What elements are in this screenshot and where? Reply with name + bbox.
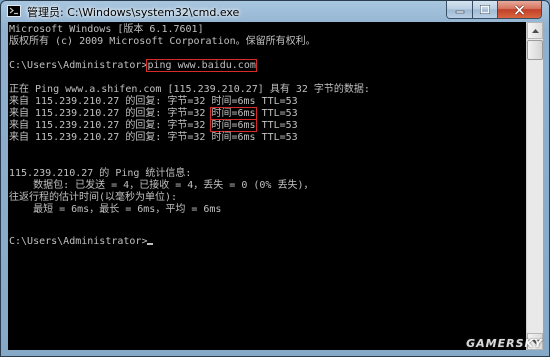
console-output[interactable]: Microsoft Windows [版本 6.1.7601] 版权所有 (c)… [8, 22, 526, 350]
prompt: C:\Users\Administrator> [9, 60, 148, 71]
window-title: 管理员: C:\Windows\system32\cmd.exe [27, 6, 240, 19]
watermark-logo: GAMERSKY [466, 337, 543, 350]
maximize-icon [480, 5, 490, 14]
ping-command: ping www.baidu.com [146, 59, 257, 72]
stats-packets-line: 数据包: 已发送 = 4，已接收 = 4，丢失 = 0 (0% 丢失)， [9, 180, 314, 191]
copyright-line: 版权所有 (c) 2009 Microsoft Corporation。保留所有… [9, 36, 316, 47]
ping-header-line: 正在 Ping www.a.shifen.com [115.239.210.27… [9, 84, 370, 95]
command-line-1: C:\Users\Administrator>ping www.baidu.co… [9, 59, 257, 72]
version-line: Microsoft Windows [版本 6.1.7601] [9, 24, 204, 35]
cmd-window: 管理员: C:\Windows\system32\cmd.exe Microso… [0, 0, 550, 357]
maximize-button[interactable] [473, 1, 498, 18]
reply-line: 来自 115.239.210.27 的回复: 字节=32 时间=6ms TTL=… [9, 119, 298, 132]
reply-time: 时间=6ms [210, 107, 257, 120]
reply-line: 来自 115.239.210.27 的回复: 字节=32 时间=6ms TTL=… [9, 132, 298, 144]
reply-ttl: TTL=53 [255, 96, 298, 107]
close-button[interactable] [498, 1, 541, 18]
reply-prefix: 来自 115.239.210.27 的回复: 字节=32 [9, 120, 212, 131]
reply-time: 时间=6ms [210, 119, 257, 132]
prompt: C:\Users\Administrator> [9, 236, 148, 247]
reply-ttl: TTL=53 [255, 120, 298, 131]
reply-time: 时间=6ms [211, 96, 256, 107]
reply-prefix: 来自 115.239.210.27 的回复: 字节=32 [9, 132, 212, 143]
window-controls [446, 1, 542, 19]
title-bar[interactable]: 管理员: C:\Windows\system32\cmd.exe [1, 1, 549, 22]
stats-rtt-values-line: 最短 = 6ms，最长 = 6ms，平均 = 6ms [9, 204, 222, 215]
vertical-scrollbar[interactable] [526, 22, 543, 350]
reply-prefix: 来自 115.239.210.27 的回复: 字节=32 [9, 108, 212, 119]
command-line-2: C:\Users\Administrator> [9, 236, 154, 248]
reply-line: 来自 115.239.210.27 的回复: 字节=32 时间=6ms TTL=… [9, 107, 298, 120]
minimize-icon [455, 10, 464, 13]
scroll-thumb[interactable] [527, 40, 543, 60]
reply-ttl: TTL=53 [255, 132, 298, 143]
cmd-icon[interactable] [7, 5, 21, 17]
stats-header-line: 115.239.210.27 的 Ping 统计信息: [9, 168, 192, 179]
scroll-up-arrow-icon [531, 28, 539, 33]
minimize-button[interactable] [447, 1, 473, 18]
reply-line: 来自 115.239.210.27 的回复: 字节=32 时间=6ms TTL=… [9, 96, 298, 108]
close-icon [514, 4, 525, 15]
reply-ttl: TTL=53 [255, 108, 298, 119]
text-cursor [147, 243, 154, 245]
reply-time: 时间=6ms [211, 132, 256, 143]
reply-prefix: 来自 115.239.210.27 的回复: 字节=32 [9, 96, 212, 107]
stats-rtt-header-line: 往返行程的估计时间(以毫秒为单位): [9, 192, 178, 203]
scroll-up-button[interactable] [527, 22, 543, 39]
